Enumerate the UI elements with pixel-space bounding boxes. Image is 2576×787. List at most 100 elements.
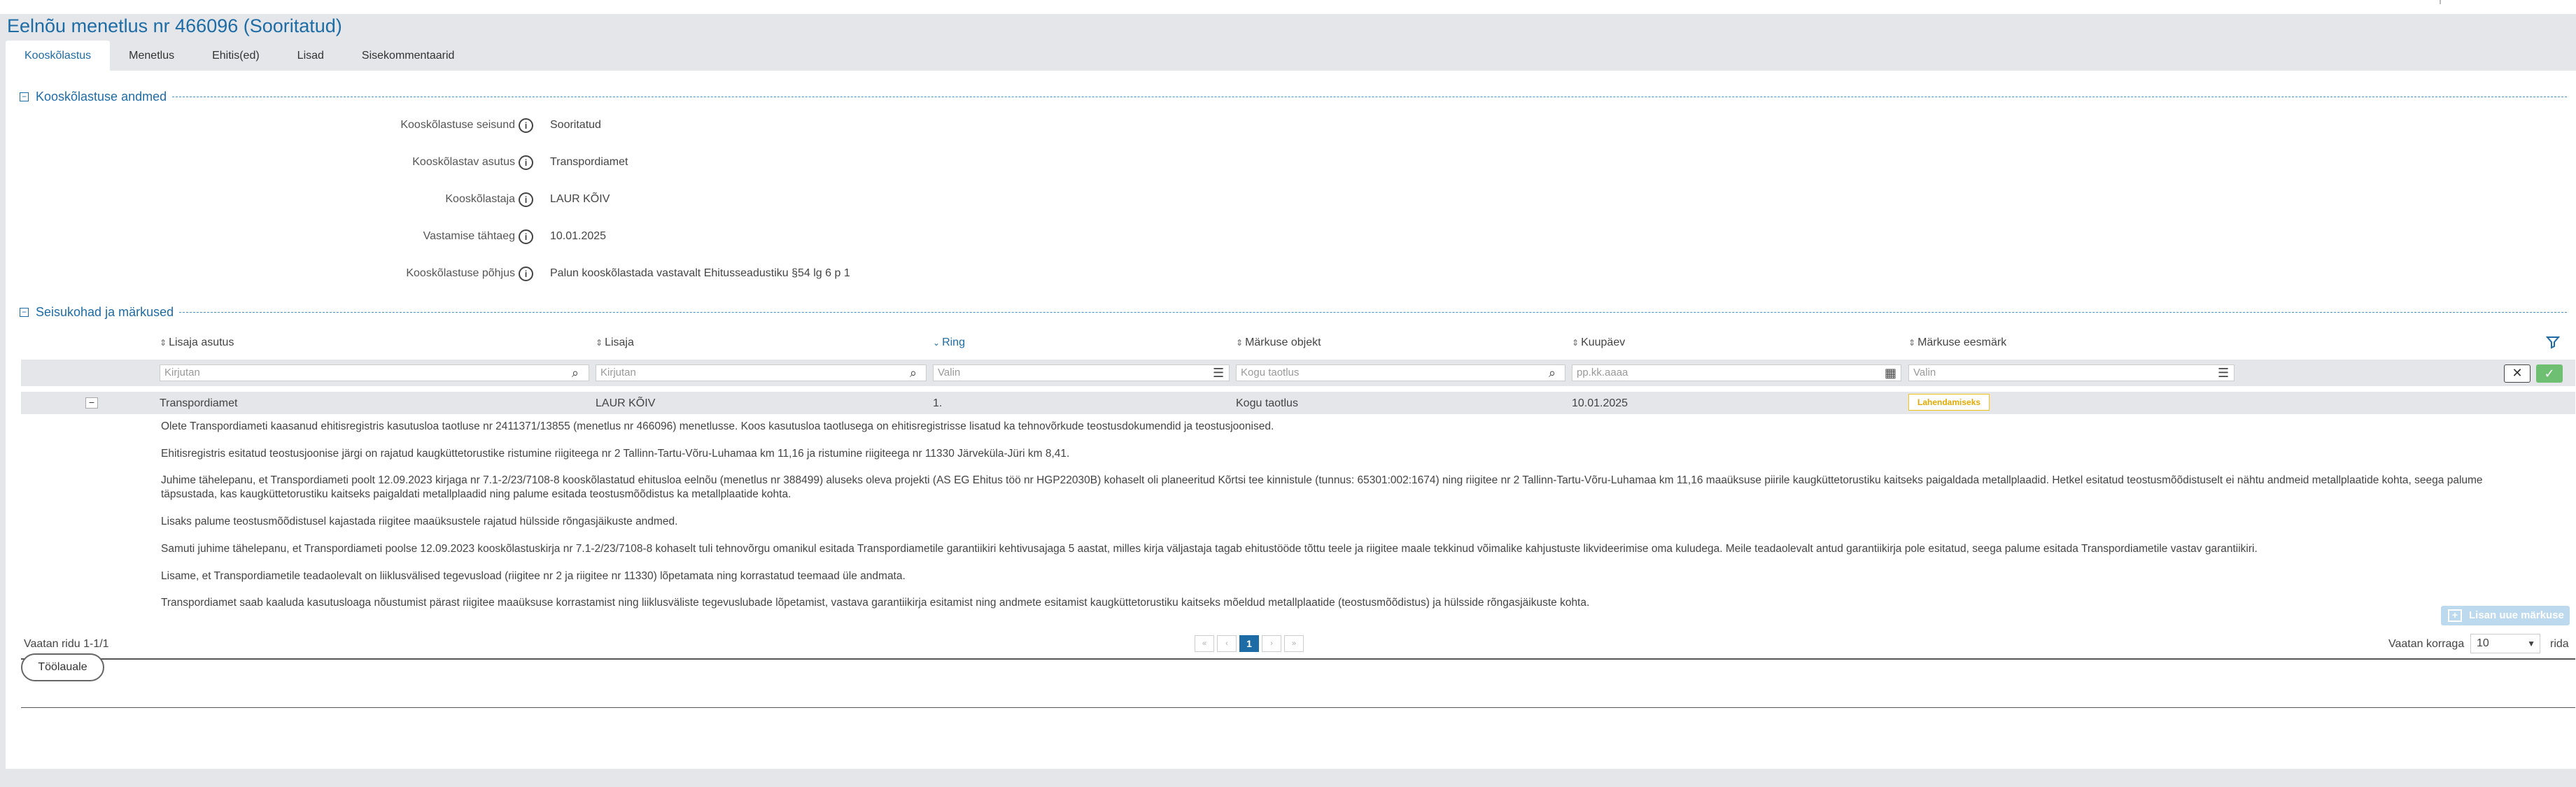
info-icon[interactable]: i bbox=[519, 229, 533, 244]
status-badge: Lahendamiseks bbox=[1908, 394, 1990, 411]
search-icon[interactable]: ⌕ bbox=[572, 367, 579, 379]
pagesize-value: 10 bbox=[2477, 637, 2489, 649]
tab-sisekommentaarid[interactable]: Sisekommentaarid bbox=[343, 41, 474, 71]
pager-first-button[interactable]: « bbox=[1195, 635, 1214, 652]
filter-ring-select[interactable]: Valin bbox=[933, 364, 1230, 381]
remark-paragraph: Samuti juhime tähelepanu, et Transpordia… bbox=[161, 543, 2258, 555]
col-lisaja-asutus[interactable]: ⇕ Lisaja asutus bbox=[160, 336, 234, 349]
filter-row: Kirjutan ⌕ Kirjutan ⌕ Valin ☰ Kogu taotl… bbox=[21, 360, 2575, 386]
page-title: Eelnõu menetlus nr 466096 (Sooritatud) bbox=[7, 15, 342, 36]
plus-icon: + bbox=[2448, 609, 2462, 622]
remark-paragraph: Lisame, et Transpordiametile teadaoleval… bbox=[161, 570, 906, 582]
table-row[interactable]: − Transpordiamet LAUR KÕIV 1. Kogu taotl… bbox=[21, 392, 2575, 414]
cell-lisaja: LAUR KÕIV bbox=[596, 397, 656, 409]
add-remark-label: Lisan uue märkuse bbox=[2469, 609, 2564, 621]
clear-filter-button[interactable]: ✕ bbox=[2504, 364, 2531, 383]
tab-ehitised[interactable]: Ehitis(ed) bbox=[193, 41, 279, 71]
col-kuupaev[interactable]: ⇕ Kuupäev bbox=[1572, 336, 1625, 349]
check-icon: ✓ bbox=[2544, 367, 2555, 381]
field-tahtaeg: Vastamise tähtaeg i 10.01.2025 bbox=[6, 228, 1125, 245]
filter-lisaja-asutus-input[interactable]: Kirjutan bbox=[160, 364, 589, 381]
info-icon[interactable]: i bbox=[519, 267, 533, 281]
col-label: Märkuse eesmärk bbox=[1917, 336, 2007, 348]
grid-footer: Vaatan ridu 1-1/1 « ‹ 1 › » Vaatan korra… bbox=[21, 631, 2575, 655]
field-value: LAUR KÕIV bbox=[550, 193, 610, 205]
search-icon[interactable]: ⌕ bbox=[1549, 367, 1556, 379]
col-ring[interactable]: ⌄ Ring bbox=[933, 336, 965, 349]
collapse-toggle[interactable]: − bbox=[20, 307, 29, 317]
list-icon[interactable]: ☰ bbox=[1213, 367, 1224, 379]
pager-prev-button[interactable]: ‹ bbox=[1217, 635, 1237, 652]
sort-icon: ⇕ bbox=[1908, 338, 1916, 348]
col-markuse-eesmark[interactable]: ⇕ Märkuse eesmärk bbox=[1908, 336, 2006, 349]
pager-last-button[interactable]: » bbox=[1284, 635, 1304, 652]
pager: « ‹ 1 › » bbox=[1195, 635, 1304, 652]
remark-paragraph: Transpordiamet saab kaaluda kasutusloaga… bbox=[161, 597, 1590, 609]
pagesize-label: Vaatan korraga bbox=[2388, 638, 2465, 650]
remark-paragraph: Ehitisregistris esitatud teostusjoonise … bbox=[161, 448, 1070, 460]
calendar-icon[interactable]: ▦ bbox=[1885, 367, 1896, 379]
tab-lisad[interactable]: Lisad bbox=[279, 41, 343, 71]
remark-paragraph: Juhime tähelepanu, et Transpordiameti po… bbox=[161, 474, 2483, 500]
grid-header: ⇕ Lisaja asutus ⇕ Lisaja ⌄ Ring ⇕ Märkuse ob… bbox=[21, 334, 2575, 353]
filter-eesmark-select[interactable]: Valin bbox=[1908, 364, 2234, 381]
info-icon[interactable]: i bbox=[519, 155, 533, 170]
back-to-dashboard-button[interactable]: Töölauale bbox=[21, 653, 104, 681]
section-divider bbox=[179, 311, 2567, 313]
col-lisaja[interactable]: ⇕ Lisaja bbox=[596, 336, 634, 349]
field-label: Kooskõlastuse põhjus bbox=[406, 267, 515, 279]
filter-lisaja-input[interactable]: Kirjutan bbox=[596, 364, 927, 381]
field-label: Vastamise tähtaeg bbox=[423, 230, 515, 242]
chevron-down-icon: ▼ bbox=[2527, 639, 2535, 648]
pagesize-suffix: rida bbox=[2550, 638, 2569, 650]
add-remark-button[interactable]: + Lisan uue märkuse bbox=[2441, 606, 2570, 625]
divider bbox=[21, 658, 2575, 660]
filter-kuupaev-input[interactable]: pp.kk.aaaa bbox=[1572, 364, 1901, 381]
search-icon[interactable]: ⌕ bbox=[910, 367, 917, 379]
bottom-strip bbox=[0, 769, 2576, 787]
apply-filter-button[interactable]: ✓ bbox=[2536, 364, 2563, 383]
field-asutus: Kooskõlastav asutus i Transpordiamet bbox=[6, 154, 1125, 171]
tab-bar: Kooskõlastus Menetlus Ehitis(ed) Lisad S… bbox=[6, 41, 473, 71]
remark-paragraph: Olete Transpordiameti kaasanud ehitisreg… bbox=[161, 420, 1274, 432]
field-label: Kooskõlastuse seisund bbox=[400, 119, 515, 131]
col-label: Märkuse objekt bbox=[1245, 336, 1321, 348]
tab-menetlus[interactable]: Menetlus bbox=[110, 41, 193, 71]
top-strip bbox=[0, 0, 2576, 14]
list-icon[interactable]: ☰ bbox=[2218, 367, 2229, 379]
sort-icon: ⇕ bbox=[1572, 338, 1579, 348]
field-label: Kooskõlastav asutus bbox=[412, 156, 515, 168]
col-markuse-objekt[interactable]: ⇕ Märkuse objekt bbox=[1236, 336, 1321, 349]
field-label: Kooskõlastaja bbox=[445, 193, 515, 205]
title-bar bbox=[0, 14, 2576, 41]
col-label: Lisaja asutus bbox=[169, 336, 234, 348]
cell-asutus: Transpordiamet bbox=[160, 397, 238, 409]
section-kooskolastuse-andmed: − Kooskõlastuse andmed bbox=[20, 88, 2567, 105]
pager-next-button[interactable]: › bbox=[1262, 635, 1281, 652]
info-icon[interactable]: i bbox=[519, 192, 533, 207]
close-icon: ✕ bbox=[2512, 366, 2523, 380]
sort-icon: ⇕ bbox=[1236, 338, 1244, 348]
divider bbox=[21, 707, 2575, 708]
info-icon[interactable]: i bbox=[519, 118, 533, 133]
chevron-down-icon: ⌄ bbox=[933, 338, 941, 348]
field-value: Transpordiamet bbox=[550, 156, 628, 168]
pagesize-select[interactable]: 10 ▼ bbox=[2470, 634, 2540, 653]
section-title: Seisukohad ja märkused bbox=[36, 304, 174, 319]
field-value: Sooritatud bbox=[550, 119, 601, 131]
field-value: 10.01.2025 bbox=[550, 230, 607, 242]
filter-icon[interactable] bbox=[2546, 335, 2560, 349]
remark-paragraph: Lisaks palume teostusmõõdistusel kajasta… bbox=[161, 516, 678, 527]
field-seisund: Kooskõlastuse seisund i Sooritatud bbox=[6, 117, 1125, 134]
filter-objekt-input[interactable]: Kogu taotlus bbox=[1236, 364, 1565, 381]
field-value: Palun kooskõlastada vastavalt Ehitussead… bbox=[550, 267, 850, 279]
tab-kooskolastus[interactable]: Kooskõlastus bbox=[6, 41, 111, 71]
collapse-toggle[interactable]: − bbox=[20, 92, 29, 101]
field-pohjus: Kooskõlastuse põhjus i Palun kooskõlasta… bbox=[6, 265, 1125, 282]
cell-objekt: Kogu taotlus bbox=[1236, 397, 1298, 409]
field-kooskolastaja: Kooskõlastaja i LAUR KÕIV bbox=[6, 191, 1125, 208]
pager-page-current[interactable]: 1 bbox=[1239, 635, 1259, 652]
sort-icon: ⇕ bbox=[160, 338, 167, 348]
collapse-row-toggle[interactable]: − bbox=[85, 397, 98, 409]
rows-count: Vaatan ridu 1-1/1 bbox=[24, 638, 109, 650]
